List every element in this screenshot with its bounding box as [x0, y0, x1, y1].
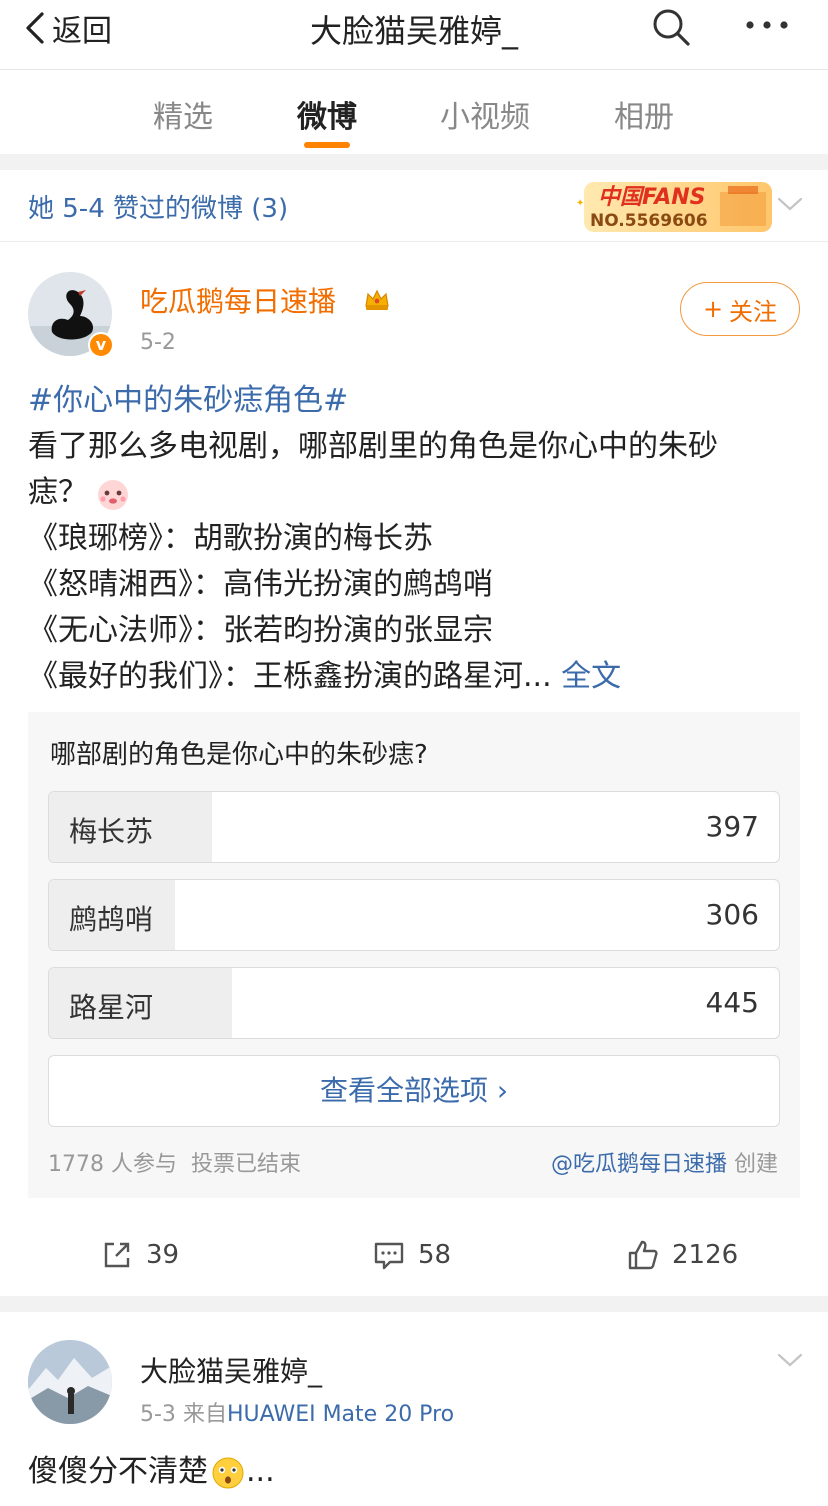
more-options-icon[interactable] [742, 10, 792, 40]
cute-face-emoji-icon [98, 479, 128, 510]
plus-icon: + [702, 295, 724, 323]
comment-count: 58 [418, 1240, 452, 1270]
liked-posts-header[interactable]: 她 5-4 赞过的微博 (3) ✦ 中国FANS NO.5569606 [0, 170, 828, 242]
poll-option-label: 鹧鸪哨 [69, 903, 154, 936]
post-text-fragment: 《最好的我们》：王栎鑫扮演的路星河... [28, 659, 552, 694]
poll-option-count: 397 [705, 810, 759, 843]
badge-number: NO.5569606 [590, 211, 708, 231]
view-all-options-button[interactable]: 查看全部选项 › [48, 1055, 780, 1127]
post-text-fragment: 傻傻分不清楚 [28, 1454, 208, 1489]
poll-option-count: 445 [705, 986, 759, 1019]
poll-option[interactable]: 路星河 445 [48, 967, 780, 1039]
repost-button[interactable]: 39 [100, 1238, 179, 1272]
poll-meta: 1778 人参与 投票已结束 [48, 1146, 301, 1178]
post-text-line: 《琅琊榜》：胡歌扮演的梅长苏 [28, 521, 433, 556]
poll-creator: @吃瓜鹅每日速播 创建 [551, 1146, 778, 1178]
comment-icon [374, 1242, 404, 1270]
poll-option-count: 306 [705, 898, 759, 931]
post-text-line: 《最好的我们》：王栎鑫扮演的路星河... 全文 [28, 654, 621, 700]
poll-participants: 1778 人参与 [48, 1152, 177, 1177]
tab-weibo[interactable]: 微博 [297, 92, 357, 136]
post-meta: 5-3 来自HUAWEI Mate 20 Pro [140, 1396, 454, 1428]
post-date: 5-2 [140, 330, 176, 355]
post-text-line: 看了那么多电视剧，哪部剧里的角色是你心中的朱砂 [28, 429, 718, 464]
poll-option-label: 梅长苏 [69, 815, 154, 848]
svg-text:✦: ✦ [576, 198, 584, 209]
thumbs-up-icon [628, 1240, 658, 1270]
post-text-line: 傻傻分不清楚... [28, 1446, 275, 1491]
poll-question: 哪部剧的角色是你心中的朱砂痣? [50, 740, 428, 770]
poll-card: 哪部剧的角色是你心中的朱砂痣? 梅长苏 397 鹧鸪哨 306 路星河 445 … [28, 712, 800, 1198]
tab-album[interactable]: 相册 [614, 92, 674, 136]
verified-badge-icon: v [88, 332, 114, 358]
avatar[interactable] [28, 1340, 112, 1424]
follow-label: 关注 [729, 297, 778, 326]
poll-option[interactable]: 鹧鸪哨 306 [48, 879, 780, 951]
like-button[interactable]: 2126 [626, 1238, 738, 1272]
liked-posts-text: 她 5-4 赞过的微博 (3) [28, 194, 289, 224]
post-action-bar: 39 58 2126 [0, 1228, 828, 1294]
follow-button[interactable]: + 关注 [680, 282, 800, 336]
post-text-line: 痣？ [28, 470, 132, 516]
post-source[interactable]: HUAWEI Mate 20 Pro [227, 1402, 454, 1427]
author-name[interactable]: 大脸猫吴雅婷_ [140, 1350, 322, 1390]
post-date: 5-3 [140, 1402, 176, 1427]
snow-mountain-avatar-icon [28, 1340, 112, 1424]
search-icon[interactable] [650, 6, 692, 48]
poll-created-label: 创建 [733, 1152, 778, 1177]
poll-option[interactable]: 梅长苏 397 [48, 791, 780, 863]
repost-count: 39 [146, 1240, 180, 1270]
topic-hashtag[interactable]: #你心中的朱砂痣角色# [28, 378, 348, 424]
post-text-fragment: 痣？ [28, 475, 88, 510]
chevron-down-icon[interactable] [776, 194, 804, 214]
page-title: 大脸猫吴雅婷_ [309, 12, 518, 50]
post-text-ellipsis: ... [246, 1454, 275, 1489]
tab-short-video[interactable]: 小视频 [440, 92, 530, 136]
poll-status: 投票已结束 [190, 1152, 301, 1177]
poll-creator-link[interactable]: @吃瓜鹅每日速播 [551, 1152, 727, 1177]
full-text-link[interactable]: 全文 [561, 659, 621, 694]
author-name[interactable]: 吃瓜鹅每日速播 [140, 280, 336, 320]
poll-option-label: 路星河 [69, 991, 154, 1024]
active-tab-indicator [304, 142, 350, 148]
badge-title: 中国FANS [598, 185, 705, 210]
chevron-down-icon[interactable] [776, 1350, 804, 1370]
post-source-prefix: 来自 [182, 1402, 227, 1427]
like-count: 2126 [672, 1240, 739, 1270]
surprised-face-emoji-icon [212, 1457, 244, 1488]
repost-icon [104, 1242, 130, 1268]
china-fans-badge: ✦ 中国FANS NO.5569606 [576, 182, 772, 232]
crown-icon [365, 289, 389, 310]
post-text-line: 《无心法师》：张若昀扮演的张显宗 [28, 613, 493, 648]
profile-tabs: 精选 微博 小视频 相册 [0, 70, 828, 154]
tab-featured[interactable]: 精选 [153, 92, 213, 136]
post-text-line: 《怒晴湘西》：高伟光扮演的鹧鸪哨 [28, 567, 493, 602]
top-nav-bar: 返回 大脸猫吴雅婷_ [0, 0, 828, 70]
comment-button[interactable]: 58 [372, 1238, 451, 1272]
